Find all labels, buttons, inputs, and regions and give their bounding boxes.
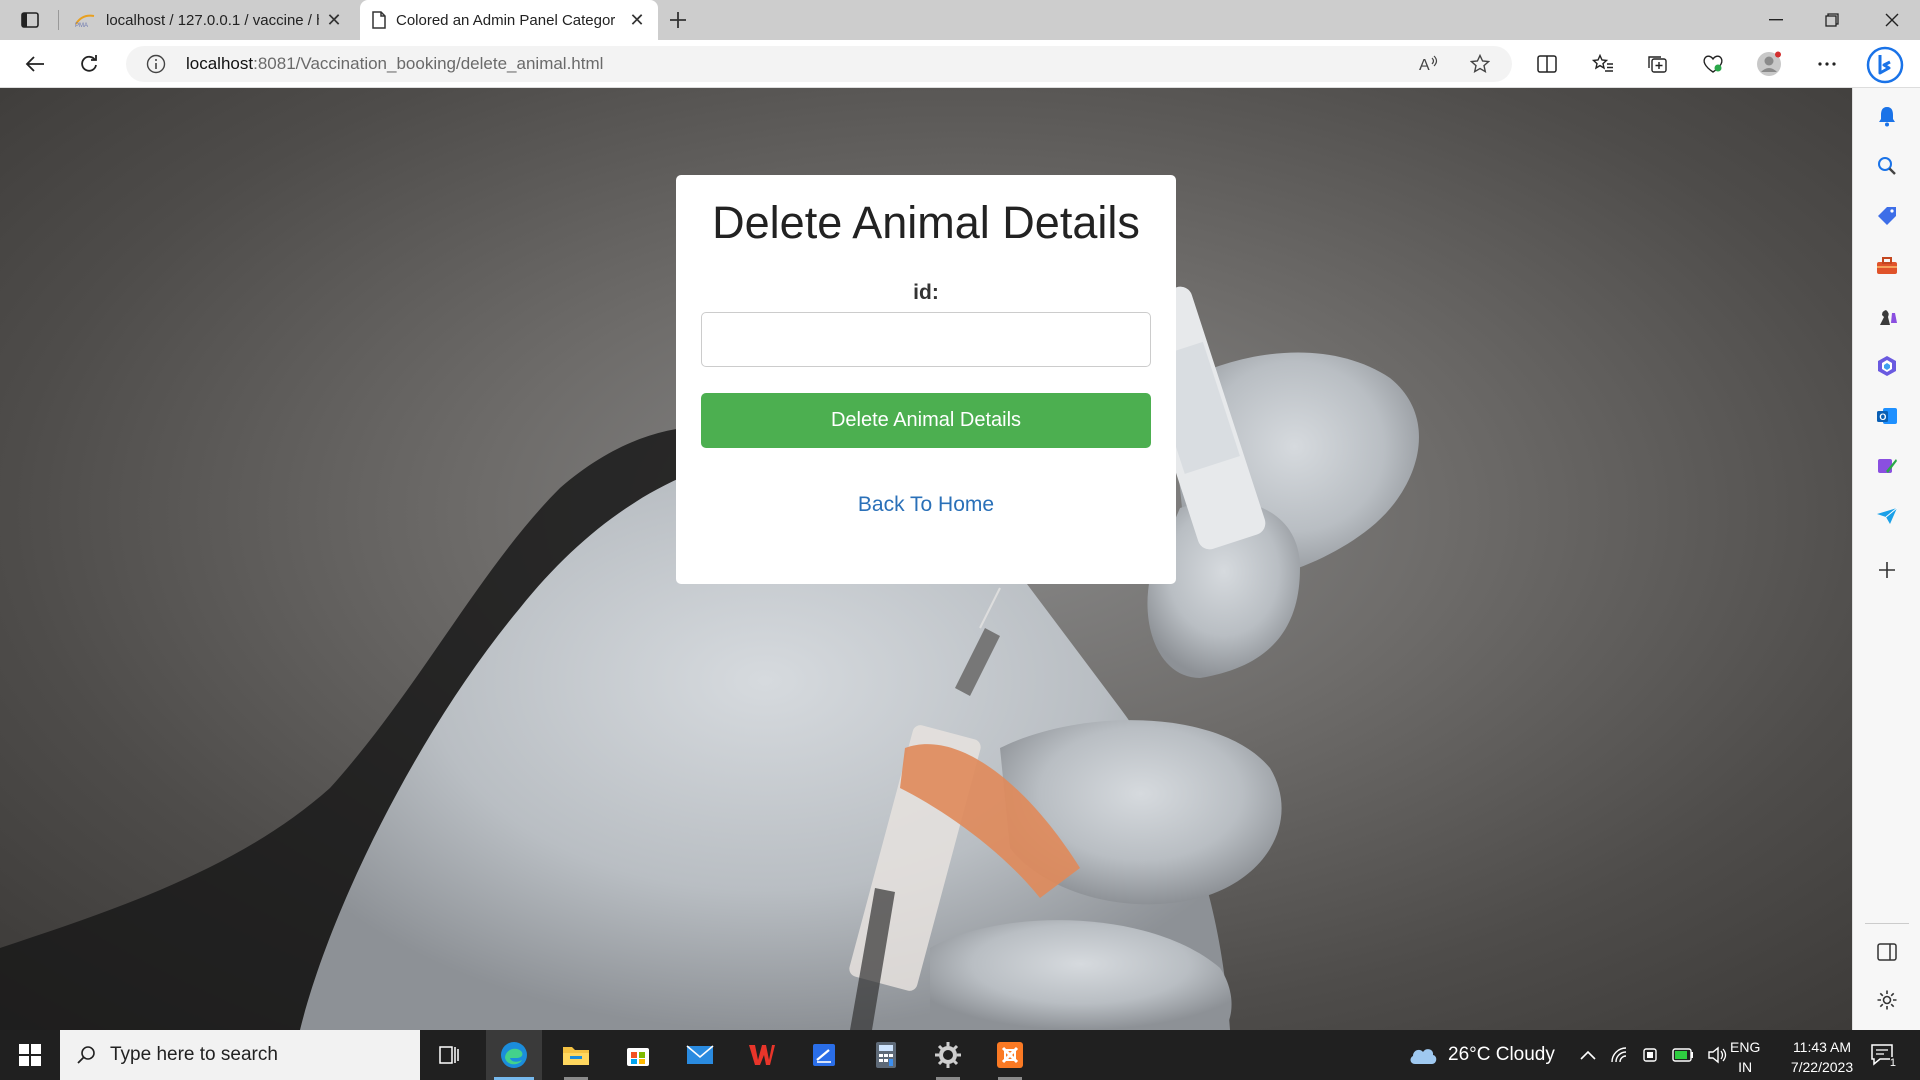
browser-toolbar: localhost:8081/Vaccination_booking/delet… [0, 40, 1920, 88]
new-tab-button[interactable] [664, 6, 692, 34]
url-host: localhost [186, 54, 254, 73]
hide-sidebar-icon[interactable] [1875, 940, 1899, 964]
id-label: id: [913, 281, 939, 304]
send-paper-plane-icon[interactable] [1875, 504, 1899, 528]
search-placeholder: Type here to search [110, 1044, 278, 1065]
file-explorer-icon[interactable] [548, 1030, 604, 1080]
delete-animal-button[interactable]: Delete Animal Details [701, 393, 1151, 448]
back-to-home-link[interactable]: Back To Home [676, 493, 1176, 517]
xampp-icon[interactable] [982, 1030, 1038, 1080]
edge-taskbar-icon[interactable] [486, 1030, 542, 1080]
calculator-icon[interactable] [858, 1030, 914, 1080]
close-tab-icon[interactable]: ✕ [628, 10, 646, 30]
tab-title: localhost / 127.0.0.1 / vaccine / h [106, 11, 319, 29]
task-view-icon[interactable] [422, 1030, 478, 1080]
page-icon [372, 11, 386, 29]
tab-admin-panel[interactable]: Colored an Admin Panel Categor ✕ [360, 0, 658, 40]
weather-text: 26°C Cloudy [1448, 1044, 1555, 1065]
system-tray [1580, 1030, 1728, 1080]
microsoft-store-icon[interactable] [610, 1030, 666, 1080]
mail-icon[interactable] [672, 1030, 728, 1080]
clock-date: 7/22/2023 [1790, 1059, 1854, 1075]
collections-icon[interactable] [1642, 50, 1672, 78]
tab-separator [58, 10, 59, 30]
taskbar-search-box[interactable]: Type here to search [60, 1030, 420, 1080]
add-sidebar-app-icon[interactable] [1875, 558, 1899, 582]
tab-phpmyadmin[interactable]: PMA localhost / 127.0.0.1 / vaccine / h … [62, 0, 355, 40]
close-window-button[interactable] [1864, 0, 1920, 40]
notification-count: 1 [1889, 1057, 1896, 1069]
edge-sidebar: O [1852, 88, 1920, 1030]
page-title: Delete Animal Details [712, 197, 1140, 248]
refresh-icon[interactable] [74, 50, 104, 78]
url-path: :8081/Vaccination_booking/delete_animal.… [253, 54, 604, 73]
clock[interactable]: 11:43 AM 7/22/2023 [1772, 1037, 1872, 1077]
tab-actions-icon[interactable] [14, 8, 46, 32]
search-icon [76, 1045, 96, 1065]
lang-bottom: IN [1738, 1059, 1753, 1075]
back-arrow-icon[interactable] [20, 50, 50, 78]
favorite-star-icon[interactable] [1470, 54, 1490, 74]
page-background-photo: Delete Animal Details id: Delete Animal … [0, 88, 1852, 1030]
svg-text:A: A [1419, 57, 1430, 74]
tab-title: Colored an Admin Panel Categor [396, 11, 616, 29]
more-options-icon[interactable] [1812, 50, 1842, 78]
close-tab-icon[interactable]: ✕ [325, 10, 343, 30]
address-bar[interactable]: localhost:8081/Vaccination_booking/delet… [126, 46, 1512, 82]
input-language[interactable]: ENG IN [1730, 1037, 1760, 1077]
chevron-up-icon[interactable] [1580, 1050, 1596, 1060]
clock-time: 11:43 AM [1792, 1039, 1852, 1055]
url-text: localhost:8081/Vaccination_booking/delet… [186, 54, 603, 74]
minimize-button[interactable] [1748, 0, 1804, 40]
browser-essentials-icon[interactable] [1698, 50, 1728, 78]
sidebar-divider [1865, 923, 1909, 924]
network-icon[interactable] [1610, 1046, 1628, 1064]
microsoft-365-icon[interactable] [1875, 354, 1899, 378]
id-input[interactable] [701, 312, 1151, 367]
split-screen-icon[interactable] [1532, 50, 1562, 78]
phpmyadmin-icon: PMA [74, 12, 96, 28]
volume-icon[interactable] [1708, 1046, 1728, 1064]
settings-gear-icon[interactable] [920, 1030, 976, 1080]
search-icon[interactable] [1875, 154, 1899, 178]
wps-office-icon[interactable] [734, 1030, 790, 1080]
svg-text:PMA: PMA [75, 23, 88, 28]
lang-top: ENG [1730, 1039, 1761, 1055]
games-chess-icon[interactable] [1875, 304, 1899, 328]
read-aloud-icon[interactable]: A [1418, 54, 1440, 74]
battery-icon[interactable] [1672, 1048, 1694, 1062]
settings-gear-icon[interactable] [1875, 988, 1899, 1012]
weather-widget[interactable]: 26°C Cloudy [1408, 1030, 1555, 1080]
delete-form-card: Delete Animal Details id: Delete Animal … [676, 175, 1176, 584]
restore-button[interactable] [1804, 0, 1860, 40]
designer-icon[interactable] [1875, 454, 1899, 478]
favorites-icon[interactable] [1588, 50, 1618, 78]
browser-tab-bar: PMA localhost / 127.0.0.1 / vaccine / h … [0, 0, 1920, 40]
windows-start-icon[interactable] [0, 1030, 60, 1080]
tools-briefcase-icon[interactable] [1875, 254, 1899, 278]
remote-desktop-icon[interactable] [796, 1030, 852, 1080]
cloud-icon [1408, 1044, 1438, 1066]
shopping-tag-icon[interactable] [1875, 204, 1899, 228]
bing-copilot-icon[interactable] [1866, 46, 1904, 84]
notification-bell-icon[interactable] [1875, 104, 1899, 128]
site-info-icon[interactable] [146, 54, 166, 74]
windows-taskbar: Type here to search 26°C Cloudy ENG IN 1… [0, 1030, 1920, 1080]
svg-text:O: O [1879, 412, 1886, 422]
profile-avatar-icon[interactable] [1754, 50, 1784, 78]
outlook-icon[interactable]: O [1875, 404, 1899, 428]
device-icon[interactable] [1642, 1046, 1658, 1064]
notification-center-icon[interactable]: 1 [1870, 1043, 1896, 1069]
